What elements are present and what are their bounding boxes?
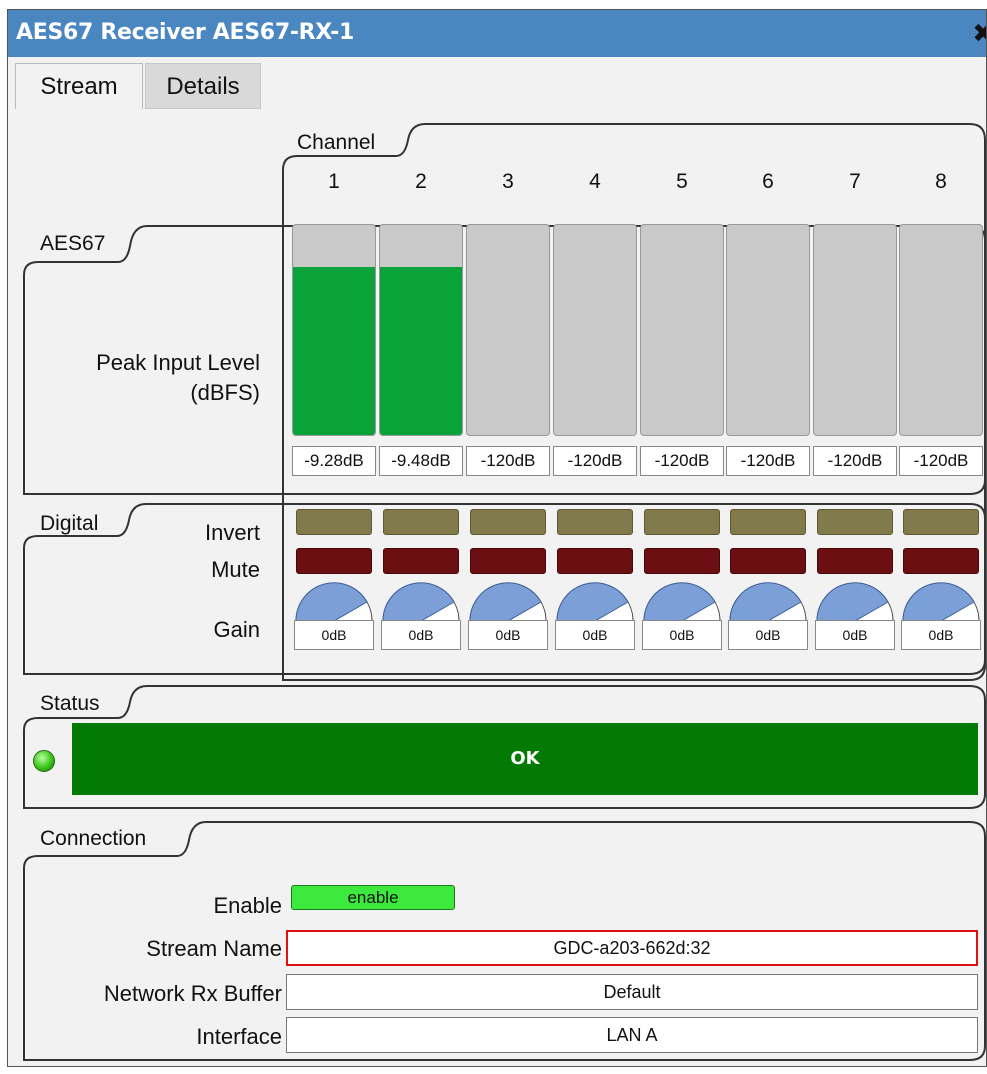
gain-label: Gain — [213, 617, 260, 642]
gain-knob[interactable] — [642, 578, 722, 622]
mute-toggle-button[interactable] — [557, 548, 633, 574]
peak-level-fill — [293, 267, 375, 435]
gain-value[interactable]: 0dB — [381, 620, 461, 650]
peak-level-meter — [899, 224, 983, 436]
peak-level-meter — [813, 224, 897, 436]
gain-value[interactable]: 0dB — [728, 620, 808, 650]
peak-level-meter — [292, 224, 376, 436]
gain-knob[interactable] — [294, 578, 374, 622]
status-led-icon — [33, 750, 55, 772]
peak-level-readout: -120dB — [899, 446, 983, 476]
interface-field[interactable]: LAN A — [286, 1017, 978, 1053]
peak-input-unit-label: (dBFS) — [190, 380, 260, 405]
channel-number: 2 — [415, 170, 427, 193]
channel-number: 6 — [762, 170, 774, 193]
channel-group-label: Channel — [297, 131, 376, 154]
invert-toggle-button[interactable] — [817, 509, 893, 535]
gain-knob[interactable] — [815, 578, 895, 622]
invert-toggle-button[interactable] — [903, 509, 979, 535]
peak-input-level-label: Peak Input Level — [96, 350, 260, 375]
channel-number: 1 — [328, 170, 340, 193]
peak-level-readout: -9.28dB — [292, 446, 376, 476]
peak-level-readout: -120dB — [813, 446, 897, 476]
gain-value[interactable]: 0dB — [642, 620, 722, 650]
invert-toggle-button[interactable] — [644, 509, 720, 535]
network-rx-buffer-field[interactable]: Default — [286, 974, 978, 1010]
peak-level-readout: -120dB — [640, 446, 724, 476]
invert-toggle-button[interactable] — [730, 509, 806, 535]
mute-toggle-button[interactable] — [903, 548, 979, 574]
mute-label: Mute — [211, 557, 260, 582]
mute-toggle-button[interactable] — [470, 548, 546, 574]
channel-number: 5 — [676, 170, 688, 193]
invert-toggle-button[interactable] — [296, 509, 372, 535]
gain-value[interactable]: 0dB — [555, 620, 635, 650]
mute-toggle-button[interactable] — [817, 548, 893, 574]
peak-level-meter — [726, 224, 810, 436]
gain-knob[interactable] — [381, 578, 461, 622]
gain-knob[interactable] — [468, 578, 548, 622]
connection-group-label: Connection — [40, 827, 147, 850]
digital-group-label: Digital — [40, 512, 99, 535]
gain-knob[interactable] — [728, 578, 808, 622]
channel-number: 3 — [502, 170, 514, 193]
mute-toggle-button[interactable] — [383, 548, 459, 574]
channel-number: 7 — [849, 170, 861, 193]
peak-level-fill — [380, 267, 462, 435]
channel-number: 8 — [935, 170, 947, 193]
gain-knob[interactable] — [901, 578, 981, 622]
mute-toggle-button[interactable] — [730, 548, 806, 574]
invert-toggle-button[interactable] — [470, 509, 546, 535]
aes67-group-label: AES67 — [40, 232, 106, 255]
peak-level-meter — [640, 224, 724, 436]
peak-level-readout: -120dB — [726, 446, 810, 476]
stream-name-field[interactable]: GDC-a203-662d:32 — [286, 930, 978, 966]
status-group-label: Status — [40, 692, 100, 715]
mute-toggle-button[interactable] — [296, 548, 372, 574]
peak-level-readout: -120dB — [466, 446, 550, 476]
gain-knob[interactable] — [555, 578, 635, 622]
peak-level-meter — [553, 224, 637, 436]
gain-value[interactable]: 0dB — [294, 620, 374, 650]
invert-toggle-button[interactable] — [383, 509, 459, 535]
invert-toggle-button[interactable] — [557, 509, 633, 535]
status-bar: OK — [72, 723, 978, 795]
peak-level-meter — [466, 224, 550, 436]
gain-value[interactable]: 0dB — [468, 620, 548, 650]
stream-name-label: Stream Name — [146, 936, 282, 961]
gain-value[interactable]: 0dB — [815, 620, 895, 650]
invert-label: Invert — [204, 520, 260, 545]
channel-number: 4 — [589, 170, 601, 193]
mute-toggle-button[interactable] — [644, 548, 720, 574]
gain-value[interactable]: 0dB — [901, 620, 981, 650]
interface-label: Interface — [196, 1024, 282, 1049]
network-rx-buffer-label: Network Rx Buffer — [103, 981, 282, 1006]
peak-level-readout: -9.48dB — [379, 446, 463, 476]
enable-label: Enable — [213, 893, 282, 918]
peak-level-meter — [379, 224, 463, 436]
peak-level-readout: -120dB — [553, 446, 637, 476]
enable-toggle-button[interactable]: enable — [291, 885, 455, 910]
